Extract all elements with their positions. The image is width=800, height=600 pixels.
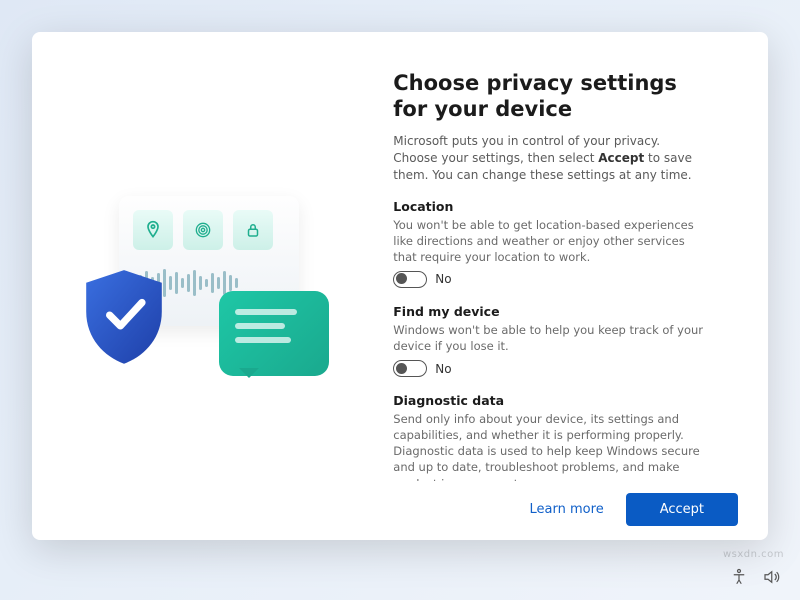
settings-scroll-area[interactable]: Location You won't be able to get locatio… — [393, 199, 723, 481]
accept-button[interactable]: Accept — [626, 493, 738, 526]
setting-description: You won't be able to get location-based … — [393, 217, 709, 265]
page-title: Choose privacy settings for your device — [393, 70, 693, 123]
setting-name: Location — [393, 199, 709, 214]
chat-bubble-icon — [219, 291, 329, 376]
setting-description: Windows won't be able to help you keep t… — [393, 322, 709, 354]
content-pane: Choose privacy settings for your device … — [385, 32, 768, 540]
setting-item: Find my device Windows won't be able to h… — [393, 304, 709, 377]
toggle-switch[interactable] — [393, 271, 427, 288]
volume-icon[interactable] — [762, 568, 780, 586]
page-subtitle: Microsoft puts you in control of your pr… — [393, 133, 703, 185]
fingerprint-icon — [183, 210, 223, 250]
watermark-text: wsxdn.com — [723, 549, 784, 560]
privacy-illustration — [79, 186, 339, 386]
setting-item: Diagnostic data Send only info about your… — [393, 393, 709, 481]
learn-more-link[interactable]: Learn more — [530, 502, 604, 517]
shield-check-icon — [79, 266, 169, 366]
toggle-switch[interactable] — [393, 360, 427, 377]
privacy-settings-dialog: Choose privacy settings for your device … — [32, 32, 768, 540]
toggle-state-label: No — [435, 362, 451, 376]
setting-description: Send only info about your device, its se… — [393, 411, 709, 481]
pin-icon — [133, 210, 173, 250]
dialog-footer: Learn more Accept — [393, 481, 744, 526]
toggle-state-label: No — [435, 272, 451, 286]
setting-name: Find my device — [393, 304, 709, 319]
setting-name: Diagnostic data — [393, 393, 709, 408]
setting-item: Location You won't be able to get locatio… — [393, 199, 709, 288]
system-tray — [730, 568, 780, 586]
illustration-pane — [32, 32, 385, 540]
accessibility-icon[interactable] — [730, 568, 748, 586]
lock-icon — [233, 210, 273, 250]
subtitle-bold: Accept — [598, 151, 644, 165]
